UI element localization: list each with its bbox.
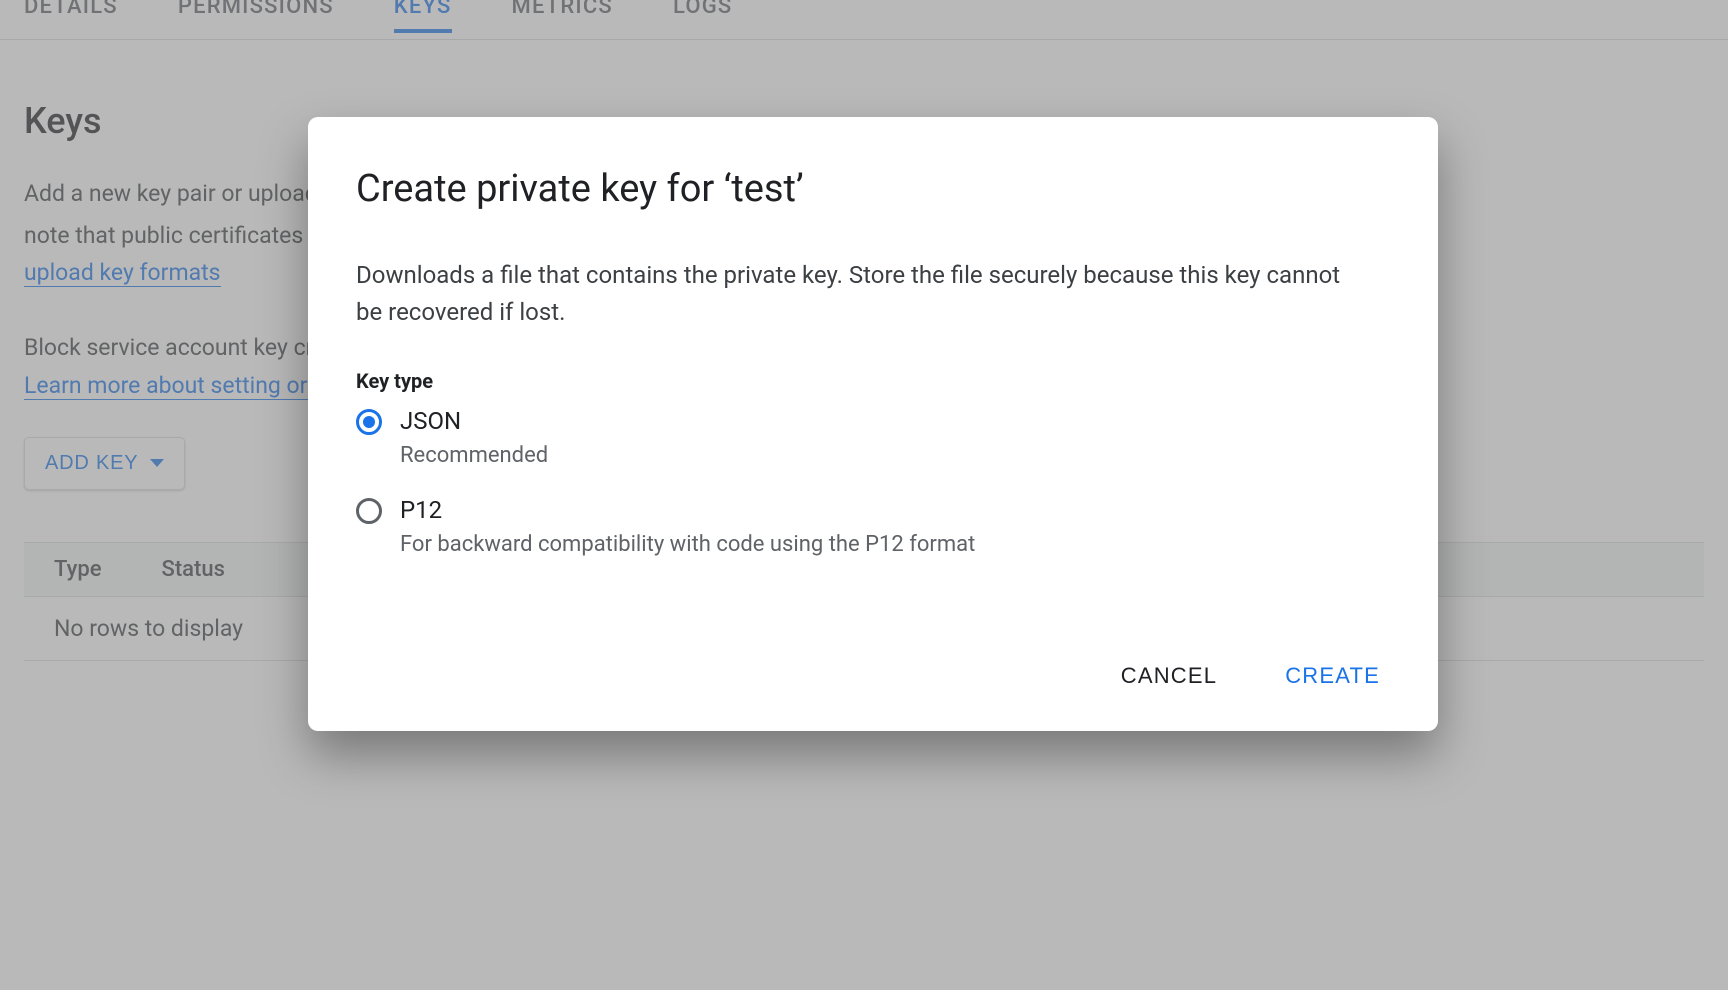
radio-p12-icon	[356, 498, 382, 524]
cancel-button[interactable]: CANCEL	[1117, 657, 1221, 695]
key-type-label: Key type	[356, 369, 1390, 393]
create-button[interactable]: CREATE	[1281, 657, 1384, 695]
create-private-key-dialog: Create private key for ‘test’ Downloads …	[308, 117, 1438, 731]
key-type-option-json[interactable]: JSON Recommended	[356, 407, 1390, 468]
dialog-title: Create private key for ‘test’	[356, 167, 1390, 211]
dialog-description: Downloads a file that contains the priva…	[356, 257, 1356, 331]
dialog-actions: CANCEL CREATE	[356, 657, 1390, 695]
option-json-subtitle: Recommended	[400, 443, 548, 468]
option-p12-subtitle: For backward compatibility with code usi…	[400, 532, 975, 557]
key-type-option-p12[interactable]: P12 For backward compatibility with code…	[356, 496, 1390, 557]
option-p12-title: P12	[400, 496, 975, 524]
option-json-title: JSON	[400, 407, 548, 435]
radio-json-icon	[356, 409, 382, 435]
